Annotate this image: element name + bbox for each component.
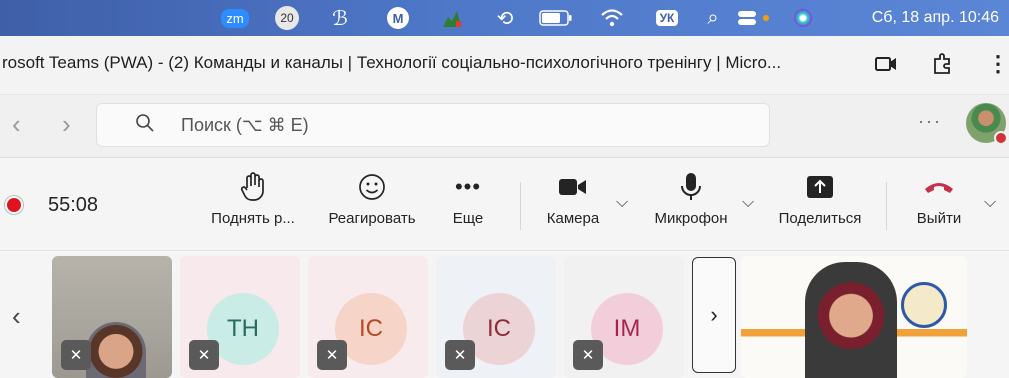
- camera-options-chevron-icon[interactable]: ⌵: [616, 194, 628, 212]
- history-icon[interactable]: ⟲: [490, 0, 520, 36]
- share-icon: [772, 164, 868, 210]
- recording-icon: [5, 196, 23, 214]
- status-busy-icon: [994, 131, 1008, 145]
- presenter-video: [805, 262, 897, 378]
- camera-button[interactable]: Камера: [538, 164, 608, 244]
- more-label: Еще: [452, 210, 484, 227]
- leave-button[interactable]: Выйти: [908, 164, 970, 244]
- avatar[interactable]: [966, 103, 1008, 145]
- wifi-icon: [601, 9, 623, 27]
- badge-count-icon[interactable]: 20: [270, 0, 304, 36]
- separator: [520, 182, 521, 230]
- extensions-icon[interactable]: [928, 50, 956, 78]
- video-toggle-icon[interactable]: [872, 50, 900, 78]
- camera-label: Камера: [546, 210, 600, 227]
- wifi-icon[interactable]: [597, 0, 627, 36]
- participant-tile[interactable]: TH ✕: [180, 256, 300, 378]
- zoom-icon[interactable]: zm: [218, 0, 252, 36]
- hand-icon: [204, 164, 302, 210]
- participant-tile[interactable]: IM ✕: [564, 256, 684, 378]
- participant-tile[interactable]: IC ✕: [436, 256, 556, 378]
- participant-gallery: ‹ ✕ TH ✕ IC ✕ IC ✕ IM ✕ ›: [0, 251, 1009, 378]
- forward-arrow-icon[interactable]: ›: [62, 109, 71, 140]
- mail-icon[interactable]: M: [383, 0, 413, 36]
- keyboard-layout-icon[interactable]: УК: [650, 0, 684, 36]
- search-input[interactable]: Поиск (⌥ ⌘ E): [96, 103, 770, 147]
- shared-video-tile[interactable]: [741, 256, 967, 378]
- institute-logo-image: [901, 282, 947, 328]
- window-titlebar: rosoft Teams (PWA) - (2) Команды и канал…: [0, 36, 1009, 95]
- react-label: Реагировать: [328, 210, 416, 227]
- microphone-button[interactable]: Микрофон: [648, 164, 734, 244]
- meeting-timer: 55:08: [48, 194, 99, 216]
- spotlight-icon[interactable]: ⌕: [700, 0, 726, 36]
- microphone-options-chevron-icon[interactable]: ⌵: [742, 194, 754, 212]
- muted-mic-icon: ✕: [445, 340, 475, 370]
- control-center-icon[interactable]: [735, 0, 775, 36]
- chart-icon: [443, 11, 461, 27]
- next-page-arrow-icon[interactable]: ›: [692, 257, 736, 373]
- browser-menu-icon[interactable]: ⋮: [984, 50, 1009, 78]
- leave-label: Выйти: [916, 210, 962, 227]
- muted-mic-icon: ✕: [189, 340, 219, 370]
- microphone-icon: [648, 164, 734, 210]
- menubar-clock[interactable]: Сб, 18 апр. 10:46: [872, 0, 999, 36]
- muted-mic-icon: ✕: [317, 340, 347, 370]
- script-icon[interactable]: ℬ: [325, 0, 355, 36]
- muted-mic-icon: ✕: [61, 340, 91, 370]
- raise-hand-button[interactable]: Поднять р...: [204, 164, 302, 244]
- teams-header: ‹ › Поиск (⌥ ⌘ E) ···: [0, 95, 1009, 158]
- settings-more-icon[interactable]: ···: [918, 111, 942, 132]
- share-label: Поделиться: [778, 210, 862, 227]
- smiley-icon: [318, 164, 426, 210]
- participant-tile-video[interactable]: ✕: [52, 256, 172, 378]
- react-button[interactable]: Реагировать: [318, 164, 426, 244]
- leave-options-chevron-icon[interactable]: ⌵: [984, 194, 996, 212]
- macos-menubar: zm 20 ℬ M ⟲ УК ⌕ Сб, 18 апр. 10:46: [0, 0, 1009, 36]
- more-dots-icon: •••: [454, 174, 482, 199]
- meeting-control-bar: 55:08 Поднять р... Реагировать ••• Еще К…: [0, 158, 1009, 251]
- share-button[interactable]: Поделиться: [772, 164, 868, 244]
- more-actions-button[interactable]: ••• Еще: [446, 164, 490, 244]
- window-title: rosoft Teams (PWA) - (2) Команды и канал…: [2, 53, 782, 72]
- microphone-label: Микрофон: [654, 210, 728, 227]
- previous-page-arrow-icon[interactable]: ‹: [12, 301, 21, 332]
- chart-icon[interactable]: [437, 0, 467, 36]
- search-placeholder: Поиск (⌥ ⌘ E): [181, 115, 309, 135]
- siri-icon[interactable]: [788, 0, 818, 36]
- separator: [886, 182, 887, 230]
- battery-icon[interactable]: [536, 0, 576, 36]
- raise-hand-label: Поднять р...: [211, 210, 295, 227]
- participant-video-person: [86, 322, 146, 378]
- muted-mic-icon: ✕: [573, 340, 603, 370]
- control-center-icon: [738, 11, 769, 25]
- battery-icon: [539, 10, 572, 26]
- search-icon: [135, 113, 155, 139]
- phone-hangup-icon: [908, 164, 970, 210]
- participant-tile[interactable]: IC ✕: [308, 256, 428, 378]
- camera-icon: [538, 164, 608, 210]
- back-arrow-icon[interactable]: ‹: [12, 109, 21, 140]
